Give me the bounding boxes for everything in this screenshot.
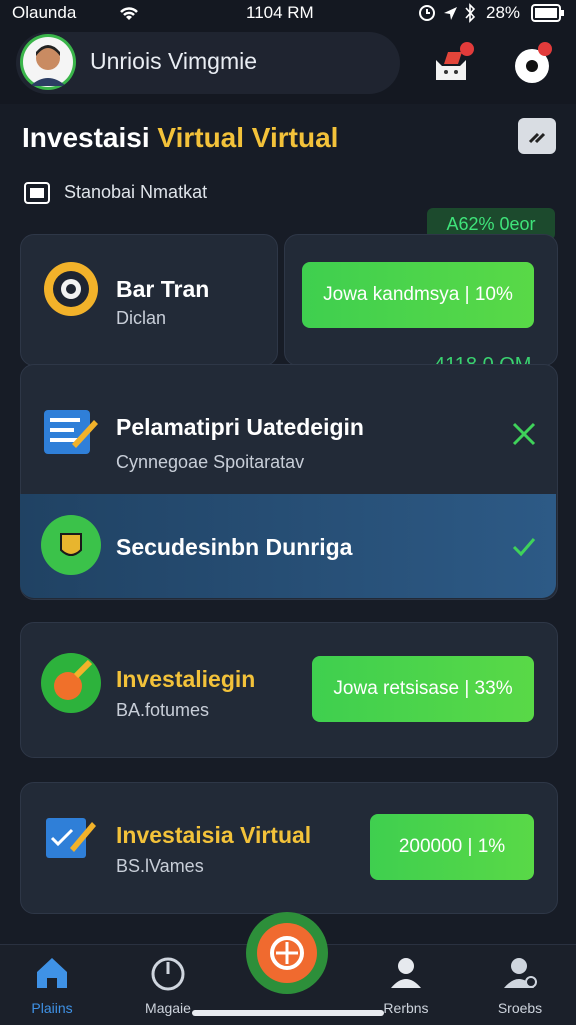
record-badge: [538, 42, 552, 56]
status-bar: Olaunda 1104 RM 28%: [0, 0, 576, 28]
close-icon[interactable]: [510, 420, 538, 448]
collapse-button[interactable]: [518, 118, 556, 154]
task-item-subtitle: Cynnegoae Spoitaratav: [116, 452, 305, 472]
investment-1-pill[interactable]: Jowa retsisase | 33%: [312, 656, 534, 722]
return-pill[interactable]: Jowa kandmsya | 10%: [302, 262, 534, 328]
profile-settings-icon: [504, 958, 537, 988]
check-icon[interactable]: [510, 532, 538, 560]
shield-icon: [41, 515, 101, 575]
home-indicator[interactable]: [192, 1010, 384, 1016]
nav-item-plaiins[interactable]: Plaiins: [2, 954, 102, 1020]
nav-label: Plaiins: [31, 1000, 73, 1016]
user-name: Unriois Vimgmie: [90, 48, 258, 74]
nav-item-sroebs[interactable]: Sroebs: [470, 954, 570, 1020]
selected-item-title: Secudesinbn Dunriga: [116, 534, 353, 560]
location-icon: [444, 7, 457, 20]
investment-2-title: Investaisia Virtual: [116, 822, 312, 848]
page-subtitle: Stanobai Nmatkat: [64, 182, 208, 202]
battery-icon: [531, 4, 564, 22]
carrier-label: Olaunda: [12, 3, 77, 22]
asset-card-subtitle: Diclan: [116, 308, 167, 328]
investment-1-title: Investaliegin: [116, 666, 256, 692]
asset-card-title: Bar Tran: [116, 276, 210, 302]
wifi-icon: [120, 7, 138, 20]
task-item-title: Pelamatipri Uatedeigin: [116, 414, 364, 440]
gear-icon: [44, 262, 98, 316]
edit-document-icon: [46, 818, 96, 858]
home-icon: [37, 958, 67, 988]
investment-1-subtitle: BA.fotumes: [116, 700, 210, 720]
investment-2-subtitle: BS.lVames: [116, 856, 204, 876]
search-leaf-icon: [41, 653, 101, 713]
record-button[interactable]: [512, 42, 558, 88]
user-icon: [391, 958, 421, 988]
notification-button[interactable]: [428, 42, 474, 88]
document-edit-icon: [44, 410, 98, 454]
target-icon: [257, 923, 317, 983]
battery-percent: 28%: [486, 3, 521, 22]
page-title: Investaisi Virtual Virtual: [22, 122, 339, 153]
alarm-icon: [419, 5, 435, 21]
investment-2-pill[interactable]: 200000 | 1%: [370, 814, 534, 880]
clock-time: 1104 RM: [246, 3, 314, 22]
collapse-icon: [528, 132, 546, 144]
gauge-icon: [151, 957, 185, 991]
avatar[interactable]: [20, 34, 76, 90]
nav-label: Sroebs: [497, 1000, 543, 1016]
notification-badge: [460, 42, 474, 56]
center-action-button[interactable]: [246, 912, 328, 994]
bluetooth-icon: [465, 3, 476, 23]
image-icon: [24, 182, 50, 204]
